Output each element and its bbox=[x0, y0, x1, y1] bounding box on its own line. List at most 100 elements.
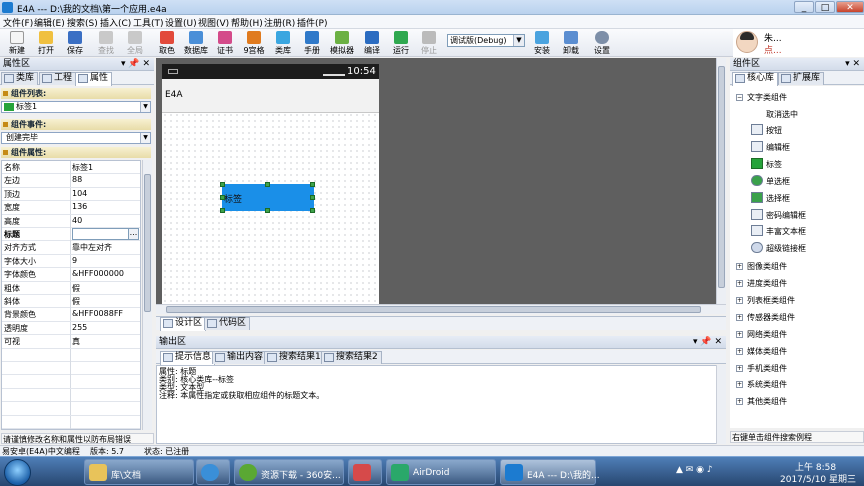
expand-icon[interactable]: + bbox=[736, 398, 743, 405]
prop-row-opacity[interactable]: 透明度 255 bbox=[2, 321, 140, 336]
prop-row-title[interactable]: 标题... bbox=[2, 228, 140, 242]
prop-row-left[interactable]: 左边 88 bbox=[2, 174, 140, 188]
prop-row-font-size[interactable]: 字体大小 9 bbox=[2, 254, 140, 269]
open-button[interactable]: 打开 bbox=[33, 30, 59, 56]
new-button[interactable]: 新建 bbox=[4, 30, 30, 56]
tab-properties[interactable]: 属性 bbox=[75, 72, 113, 86]
menu-settings[interactable]: 设置(U) bbox=[165, 16, 197, 29]
uninstall-button[interactable]: 卸载 bbox=[559, 30, 583, 56]
component-list-select[interactable]: 标签1 ▼ bbox=[1, 101, 151, 113]
category-sensor[interactable]: + 传感器类组件 bbox=[736, 312, 795, 323]
output-text-area[interactable]: 属性: 标题 类别: 核心类库--标签 类型: 文本型 注释: 本属性指定或获取… bbox=[156, 365, 726, 444]
prop-row-font-color[interactable]: 字体颜色 &HFF000000 bbox=[2, 268, 140, 282]
collapse-icon[interactable]: − bbox=[736, 94, 743, 101]
tab-search-result-1[interactable]: 搜索结果1 bbox=[264, 351, 325, 364]
prop-row-visible[interactable]: 可视真 bbox=[2, 335, 140, 349]
menu-edit[interactable]: 编辑(E) bbox=[34, 16, 65, 29]
menu-tools[interactable]: 工具(T) bbox=[133, 16, 164, 29]
global-find-button[interactable]: 全局 bbox=[122, 30, 148, 56]
tab-hint-info[interactable]: 提示信息 bbox=[160, 351, 216, 365]
expand-icon[interactable]: + bbox=[736, 365, 743, 372]
prop-row-bold[interactable]: 粗体假 bbox=[2, 281, 140, 295]
save-button[interactable]: 保存 bbox=[62, 30, 88, 56]
emulator-button[interactable]: 模拟器 bbox=[327, 30, 357, 56]
prop-row-italic[interactable]: 斜体假 bbox=[2, 295, 140, 309]
user-box[interactable]: 朱... 点... bbox=[733, 29, 864, 57]
menu-search[interactable]: 搜索(S) bbox=[67, 16, 98, 29]
start-button[interactable] bbox=[4, 459, 31, 486]
menu-view[interactable]: 视图(V) bbox=[198, 16, 229, 29]
taskbar-airdroid[interactable]: AirDroid bbox=[386, 459, 496, 485]
tab-design[interactable]: 设计区 bbox=[160, 317, 207, 331]
settings-button[interactable]: 设置 bbox=[590, 30, 614, 56]
expand-icon[interactable]: + bbox=[736, 280, 743, 287]
expand-icon[interactable]: + bbox=[736, 297, 743, 304]
taskbar-360-browser[interactable]: 资源下载 - 360安... bbox=[234, 459, 344, 485]
ellipsis-button[interactable]: ... bbox=[128, 228, 139, 240]
taskbar-browser[interactable] bbox=[196, 459, 230, 485]
prop-row-name[interactable]: 名称 标签1 bbox=[2, 161, 140, 175]
tab-extension-library[interactable]: 扩展库 bbox=[778, 72, 825, 85]
expand-icon[interactable]: + bbox=[736, 263, 743, 270]
resize-handle[interactable] bbox=[265, 208, 270, 213]
category-media[interactable]: + 媒体类组件 bbox=[736, 346, 787, 357]
taskbar-e4a[interactable]: E4A --- D:\我的... bbox=[500, 459, 600, 485]
expand-icon[interactable]: + bbox=[736, 314, 743, 321]
output-vscroll[interactable] bbox=[716, 365, 726, 444]
tab-output-content[interactable]: 输出内容 bbox=[212, 351, 268, 364]
resize-handle[interactable] bbox=[310, 195, 315, 200]
component-panel-controls[interactable]: ▾ ✕ bbox=[845, 58, 860, 70]
resize-handle[interactable] bbox=[220, 182, 225, 187]
menu-file[interactable]: 文件(F) bbox=[3, 16, 33, 29]
menu-register[interactable]: 注册(R) bbox=[264, 16, 295, 29]
menu-insert[interactable]: 插入(C) bbox=[100, 16, 131, 29]
category-network[interactable]: + 网络类组件 bbox=[736, 329, 787, 340]
expand-icon[interactable]: + bbox=[736, 348, 743, 355]
class-library-button[interactable]: 类库 bbox=[271, 30, 295, 56]
category-phone[interactable]: + 手机类组件 bbox=[736, 363, 787, 374]
expand-icon[interactable]: + bbox=[736, 381, 743, 388]
resize-handle[interactable] bbox=[220, 195, 225, 200]
tab-search-result-2[interactable]: 搜索结果2 bbox=[321, 351, 382, 364]
color-picker-button[interactable]: 取色 bbox=[155, 30, 179, 56]
category-progress[interactable]: + 进度类组件 bbox=[736, 278, 787, 289]
design-hscroll[interactable] bbox=[156, 304, 726, 314]
property-scrollbar[interactable] bbox=[142, 160, 152, 430]
expand-icon[interactable]: + bbox=[736, 331, 743, 338]
menu-help[interactable]: 帮助(H) bbox=[231, 16, 263, 29]
tab-code[interactable]: 代码区 bbox=[204, 317, 251, 330]
category-other[interactable]: + 其他类组件 bbox=[736, 396, 787, 407]
stop-button[interactable]: 停止 bbox=[417, 30, 441, 56]
category-list[interactable]: + 列表框类组件 bbox=[736, 295, 795, 306]
resize-handle[interactable] bbox=[265, 182, 270, 187]
manual-button[interactable]: 手册 bbox=[300, 30, 324, 56]
tab-core-library[interactable]: 核心库 bbox=[732, 72, 779, 86]
certificate-button[interactable]: 证书 bbox=[213, 30, 237, 56]
nine-grid-button[interactable]: 9宫格 bbox=[240, 30, 268, 56]
output-panel-controls[interactable]: ▾ 📌 ✕ bbox=[693, 336, 722, 348]
category-system[interactable]: + 系统类组件 bbox=[736, 379, 787, 390]
category-text-components[interactable]: − 文字类组件 bbox=[736, 92, 787, 103]
menu-plugins[interactable]: 插件(P) bbox=[297, 16, 327, 29]
prop-row-width[interactable]: 宽度 136 bbox=[2, 201, 140, 215]
prop-row-alignment[interactable]: 对齐方式 靠中左对齐 bbox=[2, 241, 140, 255]
design-vscroll[interactable] bbox=[716, 58, 726, 304]
resize-handle[interactable] bbox=[310, 182, 315, 187]
run-button[interactable]: 运行 bbox=[389, 30, 413, 56]
database-button[interactable]: 数据库 bbox=[181, 30, 211, 56]
tray-icons[interactable]: ▲ ✉ ◉ ♪ bbox=[676, 465, 713, 475]
build-mode-select[interactable]: 调试版(Debug) ▼ bbox=[447, 34, 525, 47]
minimize-button[interactable]: _ bbox=[794, 1, 814, 13]
resize-handle[interactable] bbox=[220, 208, 225, 213]
label-widget[interactable]: 标签 bbox=[222, 184, 314, 211]
prop-row-bg-color[interactable]: 背景颜色 &HFF0088FF bbox=[2, 308, 140, 322]
install-button[interactable]: 安装 bbox=[530, 30, 554, 56]
resize-handle[interactable] bbox=[310, 208, 315, 213]
maximize-button[interactable]: □ bbox=[815, 1, 835, 13]
prop-row-top[interactable]: 顶边 104 bbox=[2, 187, 140, 202]
tab-class-library[interactable]: 类库 bbox=[1, 72, 39, 85]
component-events-select[interactable]: 创建完毕 ▼ bbox=[1, 132, 151, 144]
taskbar-explorer[interactable]: 库\文档 bbox=[84, 459, 194, 485]
category-image[interactable]: + 图像类组件 bbox=[736, 261, 787, 272]
taskbar-media[interactable] bbox=[348, 459, 382, 485]
